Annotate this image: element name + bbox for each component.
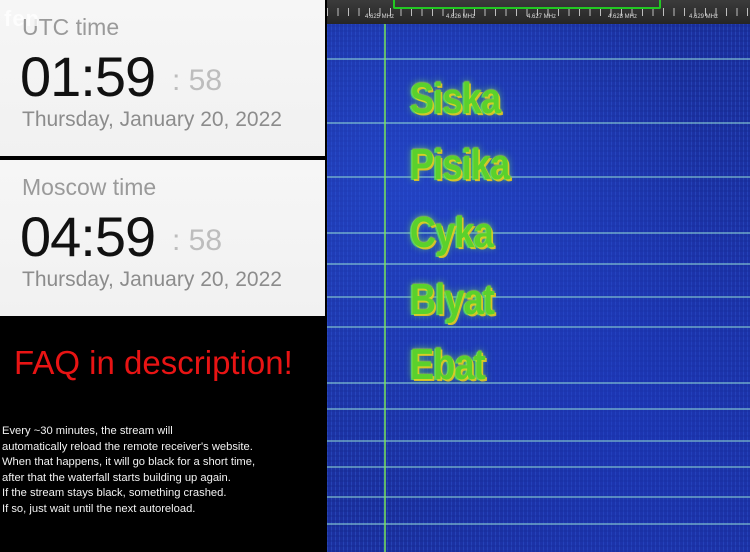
faq-banner: FAQ in description! [14,344,293,381]
frequency-scale[interactable]: 4.625 MHz 4.626 MHz 4.627 MHz 4.628 MHz … [327,0,750,24]
notice-line: Every ~30 minutes, the stream will [2,425,173,437]
freq-label: 4.629 MHz [689,14,719,20]
notice-line: automatically reload the remote receiver… [2,440,253,453]
timestamp-line [327,263,750,265]
waterfall-text-signal: Siska [410,74,501,123]
timestamp-line [327,122,750,124]
sdr-waterfall[interactable]: 4.625 MHz 4.626 MHz 4.627 MHz 4.628 MHz … [327,0,750,552]
notice-line: If so, just wait until the next autorelo… [2,502,196,515]
timestamp-line [327,496,750,498]
moscow-clock-date: Thursday, January 20, 2022 [22,268,282,291]
moscow-clock-time: 04:59 [20,205,156,268]
timestamp-line [327,296,750,298]
utc-clock-card: UTC time 01:59 : 58 Thursday, January 20… [0,0,325,156]
utc-clock-date: Thursday, January 20, 2022 [22,108,282,131]
timestamp-line [327,326,750,328]
timestamp-line [327,382,750,384]
waterfall-text-signal: Blyat [410,275,495,324]
utc-clock-time: 01:59 [20,45,156,108]
timestamp-line [327,408,750,410]
waterfall-text-signal: Ebat [410,340,486,389]
timestamp-line [327,58,750,60]
moscow-clock-card: Moscow time 04:59 : 58 Thursday, January… [0,160,325,316]
utc-seconds-value: 58 [188,64,223,97]
moscow-clock-seconds: : 58 [172,224,223,257]
waterfall-text-signal: Cyka [410,208,494,257]
freq-label: 4.626 MHz [446,14,476,20]
waterfall-text-signal: Pisika [410,140,510,189]
notice-line: If the stream stays black, something cra… [2,487,227,499]
freq-label: 4.627 MHz [527,14,557,20]
freq-label: 4.628 MHz [608,14,638,20]
notice-line: after that the waterfall starts building… [2,471,231,484]
notice-line: When that happens, it will go black for … [2,456,256,468]
timestamp-line [327,466,750,468]
stream-frame: UTC time 01:59 : 58 Thursday, January 20… [0,0,750,552]
timestamp-line [327,440,750,442]
timestamp-line [327,176,750,178]
utc-clock-seconds: : 58 [172,64,223,97]
freq-label: 4.625 MHz [365,14,395,20]
passband-marker[interactable] [393,0,661,9]
timestamp-line [327,523,750,525]
moscow-seconds-value: 58 [188,224,223,257]
carrier-signal-line [384,24,386,552]
moscow-clock-label: Moscow time [22,174,157,200]
waterfall-spectrogram [327,24,750,552]
reload-notice: Every ~30 minutes, the stream will autom… [2,424,324,517]
left-panel: UTC time 01:59 : 58 Thursday, January 20… [0,0,325,552]
utc-clock-label: UTC time [22,14,120,40]
timestamp-line [327,232,750,234]
